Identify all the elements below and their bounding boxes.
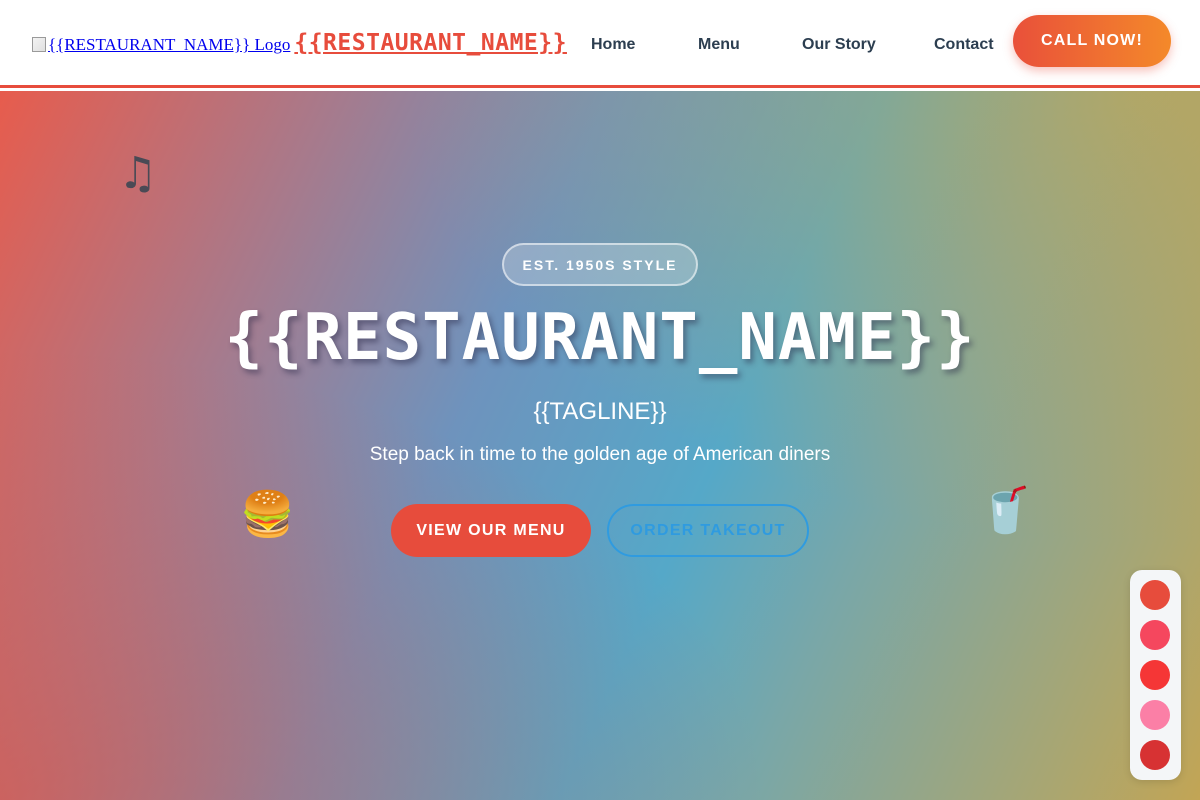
nav-menu[interactable]: Menu	[698, 34, 740, 56]
brand-link[interactable]: {{RESTAURANT_NAME}} Logo {{RESTAURANT_NA…	[32, 30, 567, 56]
theme-swatch-4[interactable]	[1140, 700, 1170, 730]
burger-icon: 🍔	[240, 489, 295, 540]
theme-swatch-5[interactable]	[1140, 740, 1170, 770]
established-badge: EST. 1950S STYLE	[502, 243, 698, 286]
call-now-button[interactable]: CALL NOW!	[1013, 15, 1171, 67]
nav-home[interactable]: Home	[591, 34, 635, 56]
hero-tagline: {{TAGLINE}}	[533, 398, 667, 425]
brand-name[interactable]: {{RESTAURANT_NAME}}	[294, 30, 567, 56]
hero-subtitle: Step back in time to the golden age of A…	[369, 444, 831, 465]
order-takeout-button[interactable]: ORDER TAKEOUT	[607, 504, 809, 557]
logo-alt-text: {{RESTAURANT_NAME}} Logo	[48, 35, 291, 54]
theme-color-switcher	[1130, 570, 1181, 780]
nav-our-story[interactable]: Our Story	[802, 34, 876, 56]
view-menu-button[interactable]: VIEW OUR MENU	[391, 504, 591, 557]
hero-title: {{RESTAURANT_NAME}}	[224, 301, 976, 375]
logo-image[interactable]: {{RESTAURANT_NAME}} Logo	[32, 35, 290, 55]
site-header: {{RESTAURANT_NAME}} Logo {{RESTAURANT_NA…	[0, 0, 1200, 88]
theme-swatch-1[interactable]	[1140, 580, 1170, 610]
nav-contact[interactable]: Contact	[934, 34, 994, 56]
theme-swatch-3[interactable]	[1140, 660, 1170, 690]
broken-image-icon	[32, 37, 46, 52]
theme-swatch-2[interactable]	[1140, 620, 1170, 650]
soda-cup-icon: 🥤	[978, 485, 1033, 536]
music-note-icon: ♫	[118, 148, 158, 199]
hero-section: ♫ 🍔 🥤 EST. 1950S STYLE {{RESTAURANT_NAME…	[0, 91, 1200, 800]
